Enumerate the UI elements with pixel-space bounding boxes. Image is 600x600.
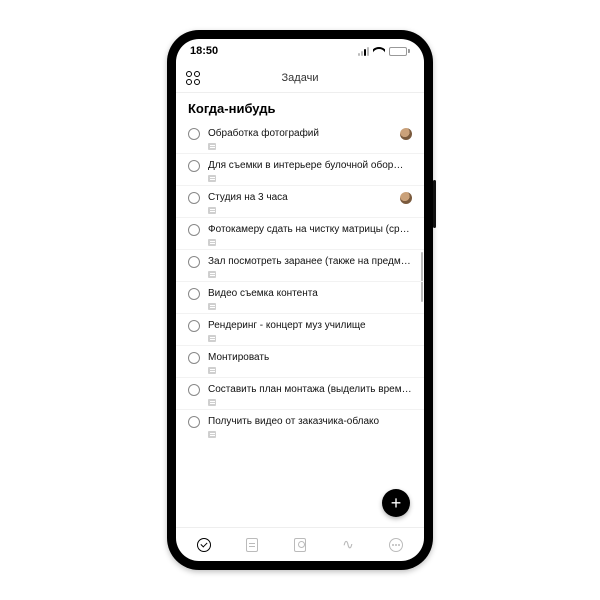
wifi-icon bbox=[373, 47, 385, 56]
phone-side-button bbox=[433, 180, 436, 228]
task-row[interactable]: Монтировать bbox=[176, 345, 424, 377]
tab-more[interactable] bbox=[387, 536, 405, 554]
task-body: Рендеринг - концерт муз училище bbox=[208, 319, 412, 342]
note-icon bbox=[208, 431, 216, 438]
status-icons bbox=[358, 47, 410, 56]
task-radio[interactable] bbox=[188, 352, 200, 364]
app-header: Задачи bbox=[176, 63, 424, 93]
task-body: Зал посмотреть заранее (также на предмет… bbox=[208, 255, 412, 278]
note-icon bbox=[208, 207, 216, 214]
task-row[interactable]: Для съемки в интерьере булочной обор… bbox=[176, 153, 424, 185]
task-body: Для съемки в интерьере булочной обор… bbox=[208, 159, 412, 182]
clock: 18:50 bbox=[190, 45, 218, 57]
task-list[interactable]: Обработка фотографий Для съемки в интерье… bbox=[176, 122, 424, 527]
tab-contacts[interactable] bbox=[291, 536, 309, 554]
task-title: Студия на 3 часа bbox=[208, 191, 412, 204]
note-icon bbox=[208, 367, 216, 374]
add-task-button[interactable]: + bbox=[382, 489, 410, 517]
task-body: Видео съемка контента bbox=[208, 287, 412, 310]
cell-signal-icon bbox=[358, 47, 369, 56]
task-body: Монтировать bbox=[208, 351, 412, 374]
task-row[interactable]: Зал посмотреть заранее (также на предмет… bbox=[176, 249, 424, 281]
task-radio[interactable] bbox=[188, 416, 200, 428]
more-icon bbox=[389, 538, 403, 552]
task-body: Составить план монтажа (выделить время в… bbox=[208, 383, 412, 406]
task-title: Монтировать bbox=[208, 351, 412, 364]
task-radio[interactable] bbox=[188, 320, 200, 332]
task-title: Видео съемка контента bbox=[208, 287, 412, 300]
section-title: Когда-нибудь bbox=[176, 93, 424, 122]
task-radio[interactable] bbox=[188, 224, 200, 236]
task-body: Фотокамеру сдать на чистку матрицы (сроч… bbox=[208, 223, 412, 246]
bottom-tab-bar: ∿ bbox=[176, 527, 424, 561]
menu-grid-icon[interactable] bbox=[186, 71, 200, 85]
task-radio[interactable] bbox=[188, 288, 200, 300]
note-icon bbox=[208, 175, 216, 182]
task-row[interactable]: Студия на 3 часа bbox=[176, 185, 424, 217]
task-title: Для съемки в интерьере булочной обор… bbox=[208, 159, 412, 172]
contact-icon bbox=[294, 538, 306, 552]
task-radio[interactable] bbox=[188, 160, 200, 172]
task-title: Получить видео от заказчика-облако bbox=[208, 415, 412, 428]
document-icon bbox=[246, 538, 258, 552]
task-radio[interactable] bbox=[188, 256, 200, 268]
task-title: Обработка фотографий bbox=[208, 127, 412, 140]
task-row[interactable]: Фотокамеру сдать на чистку матрицы (сроч… bbox=[176, 217, 424, 249]
phone-frame: 18:50 Задачи Когда-нибудь Обработка фото… bbox=[167, 30, 433, 570]
task-title: Составить план монтажа (выделить время в… bbox=[208, 383, 412, 396]
status-bar: 18:50 bbox=[176, 39, 424, 63]
note-icon bbox=[208, 143, 216, 150]
task-title: Зал посмотреть заранее (также на предмет… bbox=[208, 255, 412, 268]
assignee-avatar[interactable] bbox=[400, 128, 412, 140]
note-icon bbox=[208, 271, 216, 278]
task-row[interactable]: Рендеринг - концерт муз училище bbox=[176, 313, 424, 345]
task-body: Получить видео от заказчика-облако bbox=[208, 415, 412, 438]
task-row[interactable]: Получить видео от заказчика-облако bbox=[176, 409, 424, 441]
screen: 18:50 Задачи Когда-нибудь Обработка фото… bbox=[176, 39, 424, 561]
tab-activity[interactable]: ∿ bbox=[339, 536, 357, 554]
task-radio[interactable] bbox=[188, 192, 200, 204]
tab-notes[interactable] bbox=[243, 536, 261, 554]
page-title: Задачи bbox=[282, 72, 319, 84]
assignee-avatar[interactable] bbox=[400, 192, 412, 204]
task-radio[interactable] bbox=[188, 384, 200, 396]
battery-icon bbox=[389, 47, 410, 56]
note-icon bbox=[208, 399, 216, 406]
task-title: Фотокамеру сдать на чистку матрицы (сроч… bbox=[208, 223, 412, 236]
task-title: Рендеринг - концерт муз училище bbox=[208, 319, 412, 332]
task-row[interactable]: Составить план монтажа (выделить время в… bbox=[176, 377, 424, 409]
plus-icon: + bbox=[391, 494, 402, 512]
task-body: Обработка фотографий bbox=[208, 127, 412, 150]
activity-icon: ∿ bbox=[342, 536, 354, 553]
note-icon bbox=[208, 335, 216, 342]
task-body: Студия на 3 часа bbox=[208, 191, 412, 214]
note-icon bbox=[208, 303, 216, 310]
task-radio[interactable] bbox=[188, 128, 200, 140]
note-icon bbox=[208, 239, 216, 246]
tab-tasks[interactable] bbox=[195, 536, 213, 554]
task-row[interactable]: Видео съемка контента bbox=[176, 281, 424, 313]
check-circle-icon bbox=[197, 538, 211, 552]
task-row[interactable]: Обработка фотографий bbox=[176, 122, 424, 153]
